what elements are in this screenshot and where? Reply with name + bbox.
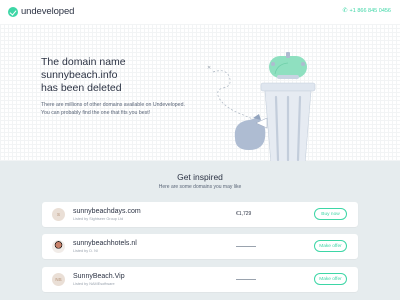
phone-link[interactable]: ✆ +1 866 845 0456 [342,7,391,15]
seller-avatar: NS [52,273,65,286]
hero-description: There are millions of other domains avai… [41,102,231,117]
get-inspired-section: Get inspired Here are some domains you m… [0,161,400,300]
undeveloped-logo[interactable]: undeveloped [8,6,74,17]
headline-line-3: has been deleted [41,82,122,94]
hero-description-line-2: You can probably find the one that fits … [41,109,151,116]
domain-name[interactable]: SunnyBeach.Vip [73,273,125,280]
domain-card[interactable]: sunnybeachhotels.nl Listed by D. Nl Make… [42,234,358,259]
phone-number: +1 866 845 0456 [349,7,391,14]
hero-section: The domain name sunnybeach.info has been… [0,24,400,165]
seller-avatar [52,240,65,253]
seller-avatar: S [52,208,65,221]
listed-by: Listed by NAMEsoftware [73,282,115,286]
no-price-dash [236,246,256,247]
domain-name[interactable]: sunnybeachdays.com [73,208,141,215]
buy-now-button[interactable]: Buy now [314,208,347,220]
hero-description-line-1: There are millions of other domains avai… [41,102,185,108]
section-title: Get inspired [177,172,223,182]
phone-icon: ✆ [342,8,348,14]
no-price-dash [236,279,256,280]
listed-by: Listed by Sightseer Group Ltd [73,217,124,221]
checkmark-logo-icon [8,6,18,17]
svg-text:✕: ✕ [207,65,211,71]
logo-text: undeveloped [21,6,75,17]
headline-line-1: The domain name [41,56,126,68]
page-title: The domain name sunnybeach.info has been… [41,56,221,95]
section-subtitle: Here are some domains you may like [158,184,242,190]
domain-card[interactable]: S sunnybeachdays.com Listed by Sightseer… [42,202,358,227]
listed-by: Listed by D. Nl [73,249,98,253]
headline-line-2: sunnybeach.info [41,69,118,81]
domain-name[interactable]: sunnybeachhotels.nl [73,240,137,247]
domain-price: €1,729 [236,211,252,217]
site-header: undeveloped ✆ +1 866 845 0456 [0,0,400,24]
make-offer-button[interactable]: Make offer [314,273,347,285]
make-offer-button[interactable]: Make offer [314,240,347,252]
domain-card[interactable]: NS SunnyBeach.Vip Listed by NAMEsoftware… [42,267,358,292]
trash-can-illustration: ✕ [207,52,316,165]
